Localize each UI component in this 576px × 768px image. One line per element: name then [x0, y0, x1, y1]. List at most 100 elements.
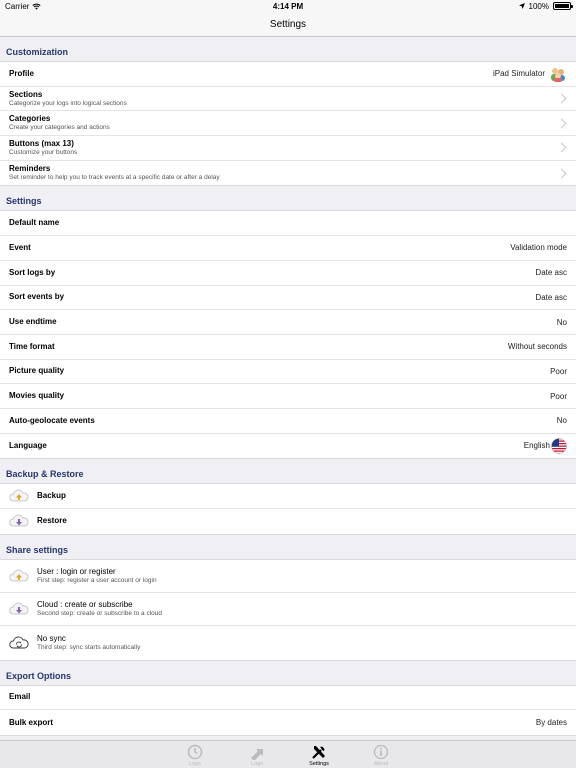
export-group: Email Bulk export By dates — [0, 684, 576, 736]
auto-geolocate-row[interactable]: Auto-geolocate events No — [0, 409, 576, 434]
cloud-subscribe-row[interactable]: Cloud : create or subscribe Second step:… — [0, 593, 576, 627]
cloud-download-icon — [9, 514, 29, 528]
restore-label: Restore — [37, 516, 67, 526]
sort-events-label: Sort events by — [9, 292, 65, 302]
settings-group: Default name Event Validation mode Sort … — [0, 210, 576, 460]
status-time: 4:14 PM — [272, 1, 304, 11]
movies-quality-row[interactable]: Movies quality Poor — [0, 384, 576, 409]
section-header-backup: Backup & Restore — [6, 469, 84, 480]
sort-events-value: Date asc — [535, 292, 567, 302]
sections-label: Sections — [9, 89, 43, 99]
email-row[interactable]: Email — [0, 686, 576, 711]
bulk-export-value: By dates — [535, 718, 567, 728]
section-header-customization: Customization — [6, 47, 68, 57]
location-arrow-icon — [518, 3, 525, 9]
language-label: Language — [9, 440, 47, 450]
sections-subtitle: Categorize your logs into logical sectio… — [9, 99, 127, 107]
arrow-up-right-icon — [251, 748, 263, 760]
reminders-row[interactable]: Reminders Set reminder to help you to tr… — [0, 161, 576, 186]
tab-about-label: About — [373, 760, 389, 767]
buttons-subtitle: Customize your buttons — [9, 148, 78, 156]
user-login-row[interactable]: User : login or register First step: reg… — [0, 560, 576, 593]
cloud-subscribe-label: Cloud : create or subscribe — [37, 600, 133, 610]
navigation-bar: Settings — [0, 12, 576, 37]
sort-events-row[interactable]: Sort events by Date asc — [0, 286, 576, 311]
no-sync-label: No sync — [37, 633, 66, 643]
tab-logs-arrow-label: Logs — [251, 760, 263, 767]
info-icon — [373, 744, 389, 759]
tab-settings[interactable]: Settings — [288, 741, 350, 768]
section-header-export: Export Options — [6, 670, 71, 681]
settings-list[interactable]: Customization Profile iPad Simulator Sec… — [0, 37, 576, 740]
no-sync-subtitle: Third step: sync starts automatically — [37, 643, 141, 651]
clock-icon — [187, 744, 203, 759]
profile-avatar-icon — [551, 67, 565, 82]
status-bar: Carrier 4:14 PM 100% — [0, 0, 576, 12]
backup-row[interactable]: Backup — [0, 484, 576, 509]
use-endtime-value: No — [556, 317, 567, 327]
cloud-download-icon — [9, 602, 29, 616]
bulk-export-row[interactable]: Bulk export By dates — [0, 710, 576, 735]
tab-about[interactable]: About — [350, 741, 412, 768]
backup-label: Backup — [37, 491, 66, 501]
user-login-label: User : login or register — [37, 566, 116, 576]
us-flag-icon — [551, 438, 567, 454]
event-row[interactable]: Event Validation mode — [0, 236, 576, 261]
buttons-row[interactable]: Buttons (max 13) Customize your buttons — [0, 136, 576, 161]
auto-geolocate-label: Auto-geolocate events — [9, 415, 95, 425]
tab-bar: Logs Logs Settings About — [0, 740, 576, 768]
picture-quality-row[interactable]: Picture quality Poor — [0, 360, 576, 385]
bulk-export-label: Bulk export — [9, 717, 54, 727]
movies-quality-value: Poor — [550, 391, 567, 401]
profile-value: iPad Simulator — [492, 69, 545, 79]
categories-row[interactable]: Categories Create your categories and ac… — [0, 111, 576, 137]
tab-logs-arrow[interactable]: Logs — [226, 741, 288, 768]
cloud-sync-icon — [9, 636, 29, 650]
sort-logs-label: Sort logs by — [9, 267, 56, 277]
default-name-label: Default name — [9, 218, 60, 228]
wifi-icon — [32, 3, 42, 10]
sections-row[interactable]: Sections Categorize your logs into logic… — [0, 87, 576, 112]
cloud-upload-icon — [9, 569, 29, 583]
customization-group: Profile iPad Simulator Sections Categori… — [0, 61, 576, 187]
time-format-label: Time format — [9, 341, 55, 351]
language-row[interactable]: Language English — [0, 434, 576, 459]
profile-row[interactable]: Profile iPad Simulator — [0, 62, 576, 87]
tools-icon — [312, 745, 325, 759]
use-endtime-row[interactable]: Use endtime No — [0, 310, 576, 335]
section-header-share: Share settings — [6, 544, 69, 555]
profile-label: Profile — [9, 68, 34, 78]
sort-logs-value: Date asc — [535, 268, 567, 278]
picture-quality-value: Poor — [550, 366, 567, 376]
sort-logs-row[interactable]: Sort logs by Date asc — [0, 261, 576, 286]
categories-subtitle: Create your categories and actions — [9, 124, 110, 132]
cloud-subscribe-subtitle: Second step: create or subscribe to a cl… — [37, 610, 163, 618]
backup-group: Backup Restore — [0, 483, 576, 535]
user-login-subtitle: First step: register a user account or l… — [37, 576, 157, 584]
share-group: User : login or register First step: reg… — [0, 558, 576, 661]
battery-icon — [553, 2, 573, 10]
picture-quality-label: Picture quality — [9, 366, 65, 376]
chevron-right-icon — [556, 142, 567, 153]
carrier-label: Carrier — [5, 1, 30, 11]
tab-logs-clock[interactable]: Logs — [164, 741, 226, 768]
buttons-label: Buttons (max 13) — [9, 138, 74, 148]
no-sync-row[interactable]: No sync Third step: sync starts automati… — [0, 626, 576, 659]
tab-logs-clock-label: Logs — [189, 760, 201, 767]
auto-geolocate-value: No — [556, 416, 567, 426]
chevron-right-icon — [556, 168, 567, 179]
reminders-subtitle: Set reminder to help you to track events… — [9, 174, 220, 182]
chevron-right-icon — [556, 118, 567, 129]
default-name-row[interactable]: Default name — [0, 211, 576, 237]
language-value: English — [523, 441, 550, 451]
time-format-row[interactable]: Time format Without seconds — [0, 335, 576, 360]
page-title: Settings — [269, 18, 307, 30]
battery-percent: 100% — [528, 1, 549, 11]
movies-quality-label: Movies quality — [9, 391, 65, 401]
cloud-upload-icon — [9, 489, 29, 503]
restore-row[interactable]: Restore — [0, 509, 576, 534]
section-header-settings: Settings — [6, 196, 42, 207]
email-label: Email — [9, 692, 31, 702]
time-format-value: Without seconds — [507, 342, 567, 352]
categories-label: Categories — [9, 114, 51, 124]
